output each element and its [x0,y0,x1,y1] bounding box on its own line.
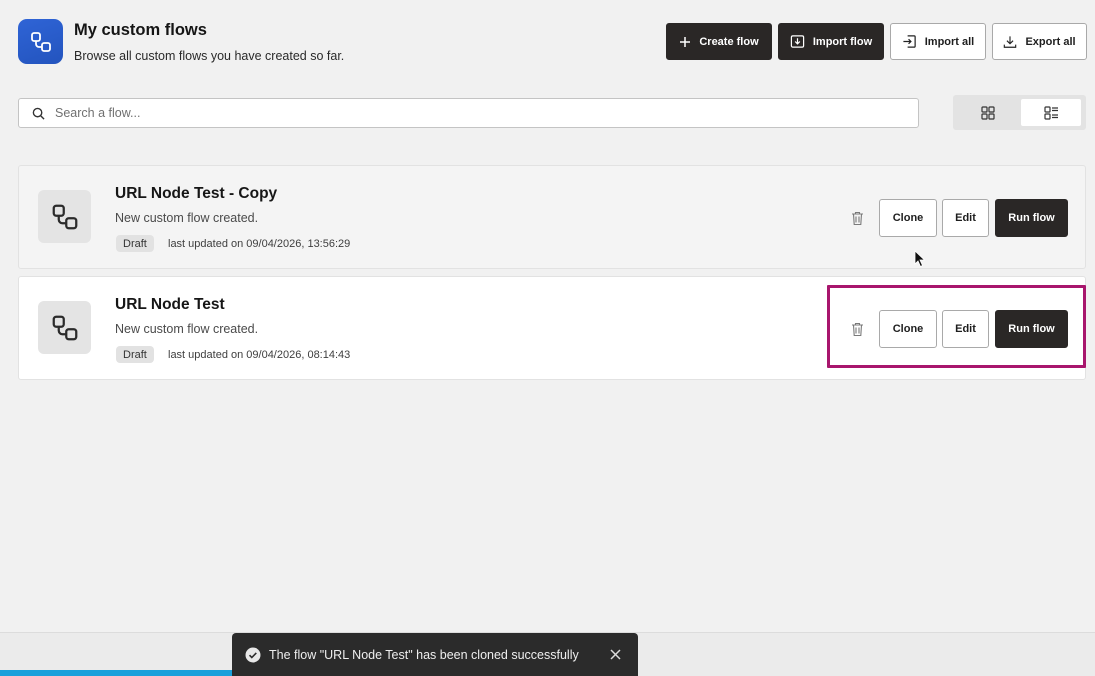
status-badge: Draft [116,235,154,252]
import-all-label: Import all [924,35,975,48]
toast-notification: The flow "URL Node Test" has been cloned… [232,633,638,676]
list-view-button[interactable] [1021,99,1081,126]
edit-button[interactable]: Edit [942,199,989,237]
plus-icon [680,36,691,47]
search-input[interactable] [55,106,875,120]
download-icon [1004,35,1017,48]
custom-flows-page: My custom flows Browse all custom flows … [0,0,1095,676]
close-icon[interactable] [608,647,622,661]
delete-flow-icon[interactable] [849,209,865,227]
flow-nodes-icon [38,301,91,354]
flow-updated-timestamp: last updated on 09/04/2026, 13:56:29 [168,238,351,250]
mouse-cursor-icon [914,250,926,268]
search-icon [32,107,45,120]
flow-app-icon [18,19,63,64]
flow-card: URL Node Test New custom flow created. D… [18,276,1086,380]
check-circle-icon [245,647,261,662]
import-flow-button[interactable]: Import flow [778,23,884,60]
status-badge: Draft [116,346,154,363]
page-title: My custom flows [74,21,207,39]
import-flow-label: Import flow [812,35,873,48]
clone-button[interactable]: Clone [879,310,937,348]
delete-flow-icon[interactable] [849,320,865,338]
export-all-button[interactable]: Export all [992,23,1087,60]
import-all-button[interactable]: Import all [890,23,986,60]
flow-nodes-icon [38,190,91,243]
edit-button[interactable]: Edit [942,310,989,348]
grid-view-button[interactable] [958,99,1018,126]
flow-description: New custom flow created. [115,211,259,225]
flow-description: New custom flow created. [115,322,259,336]
grid-icon [981,105,995,120]
view-toggle [953,95,1086,130]
search-bar[interactable] [18,98,919,128]
clone-button[interactable]: Clone [879,199,937,237]
import-all-icon [903,35,916,48]
import-tray-icon [790,35,805,48]
toast-message: The flow "URL Node Test" has been cloned… [269,647,579,662]
flow-title: URL Node Test [115,296,225,313]
run-flow-button[interactable]: Run flow [995,310,1068,348]
create-flow-button[interactable]: Create flow [666,23,772,60]
toast-progress-bar [0,670,246,676]
create-flow-label: Create flow [699,35,759,48]
flow-title: URL Node Test - Copy [115,185,278,202]
run-flow-button[interactable]: Run flow [995,199,1068,237]
export-all-label: Export all [1025,35,1076,48]
list-icon [1043,105,1058,120]
flow-updated-timestamp: last updated on 09/04/2026, 08:14:43 [168,349,351,361]
page-subtitle: Browse all custom flows you have created… [74,49,345,63]
